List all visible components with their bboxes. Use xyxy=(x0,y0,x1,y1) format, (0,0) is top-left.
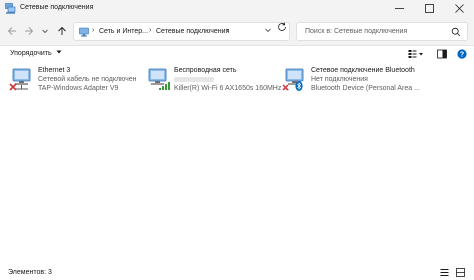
preview-pane-icon xyxy=(437,49,447,59)
error-x-icon xyxy=(9,83,17,91)
change-view-button[interactable] xyxy=(408,49,424,61)
ethernet-icon xyxy=(9,68,31,91)
minimize-button[interactable] xyxy=(384,0,414,17)
arrow-left-icon xyxy=(7,27,16,35)
bluetooth-icon xyxy=(282,68,304,91)
connection-item-bluetooth[interactable]: Сетевое подключение Bluetooth Нет подклю… xyxy=(282,64,468,98)
breadcrumb-separator: › xyxy=(226,27,229,34)
details-view-button[interactable] xyxy=(440,268,449,279)
connection-name: Беспроводная сеть xyxy=(174,67,237,74)
bluetooth-badge-icon xyxy=(295,81,303,91)
wireless-icon xyxy=(148,68,170,90)
search-placeholder: Поиск в: Сетевые подключения xyxy=(305,28,408,35)
breadcrumb-separator: › xyxy=(92,27,95,34)
connection-name: Ethernet 3 xyxy=(38,67,71,74)
details-view-icon xyxy=(440,269,449,276)
back-button[interactable] xyxy=(5,24,19,38)
connection-status: Нет подключения xyxy=(311,76,368,83)
search-input[interactable]: Поиск в: Сетевые подключения xyxy=(296,22,468,41)
maximize-button[interactable] xyxy=(414,0,444,17)
status-bar: Элементов: 3 xyxy=(0,264,474,280)
maximize-icon xyxy=(424,4,434,13)
chevron-down-icon xyxy=(265,28,271,33)
address-path[interactable]: › Сеть и Интер... › Сетевые подключения … xyxy=(73,22,290,41)
breadcrumb-separator: › xyxy=(149,27,152,34)
item-count: Элементов: 3 xyxy=(8,269,52,276)
refresh-button[interactable] xyxy=(277,22,287,34)
arrow-up-icon xyxy=(58,26,66,35)
up-button[interactable] xyxy=(55,24,69,38)
tiles-view-button[interactable] xyxy=(456,268,465,279)
address-bar: › Сеть и Интер... › Сетевые подключения … xyxy=(0,17,474,46)
help-button[interactable]: ? xyxy=(457,49,467,61)
connection-name: Сетевое подключение Bluetooth xyxy=(311,67,415,74)
connection-status xyxy=(174,76,214,83)
connection-device: Killer(R) Wi-Fi 6 AX1650s 160MHz ... xyxy=(174,85,290,92)
search-icon xyxy=(451,27,461,37)
connection-device: TAP-Windows Adapter V9 xyxy=(38,85,119,92)
chevron-down-icon xyxy=(42,29,48,34)
address-dropdown-button[interactable] xyxy=(264,26,272,36)
connection-device: Bluetooth Device (Personal Area ... xyxy=(311,85,420,92)
svg-text:?: ? xyxy=(460,52,464,59)
help-icon: ? xyxy=(457,49,467,59)
close-button[interactable] xyxy=(444,0,474,17)
breadcrumb-network-internet[interactable]: Сеть и Интер... xyxy=(99,28,148,35)
command-bar: Упорядочить ? xyxy=(0,46,474,62)
network-connections-icon xyxy=(5,3,16,14)
recent-locations-button[interactable] xyxy=(38,24,52,38)
caret-down-icon xyxy=(56,50,62,54)
connection-item-ethernet[interactable]: Ethernet 3 Сетевой кабель не подключен T… xyxy=(9,64,137,98)
connection-status: Сетевой кабель не подключен xyxy=(38,76,137,83)
breadcrumb-network-connections[interactable]: Сетевые подключения xyxy=(156,28,229,35)
preview-pane-button[interactable] xyxy=(437,49,447,61)
error-x-icon xyxy=(282,84,289,91)
title-bar: Сетевые подключения xyxy=(0,0,474,17)
close-icon xyxy=(454,4,464,13)
view-options-icon xyxy=(408,50,423,58)
forward-button[interactable] xyxy=(22,24,36,38)
hidden-network-name xyxy=(174,76,214,82)
tiles-view-icon xyxy=(456,268,465,277)
window-title: Сетевые подключения xyxy=(20,4,94,11)
control-panel-icon xyxy=(79,27,89,37)
organize-label: Упорядочить xyxy=(10,50,52,57)
connection-item-wireless[interactable]: Беспроводная сеть Killer(R) Wi-Fi 6 AX16… xyxy=(145,64,289,98)
refresh-icon xyxy=(278,22,286,31)
arrow-right-icon xyxy=(25,27,34,35)
minimize-icon xyxy=(394,8,404,9)
organize-button[interactable]: Упорядочить xyxy=(10,50,62,57)
